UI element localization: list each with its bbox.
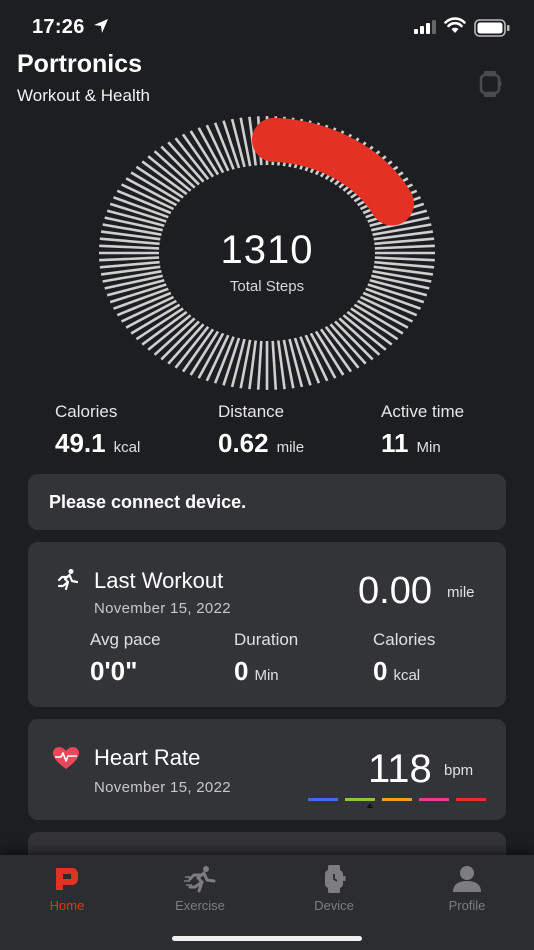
home-logo-icon xyxy=(56,868,78,890)
workout-calories-unit: kcal xyxy=(393,667,421,684)
app-title: Portronics xyxy=(17,50,143,78)
status-bar: 17:26 xyxy=(0,0,534,50)
location-arrow-icon xyxy=(94,19,108,33)
steps-progress-arc xyxy=(251,117,414,226)
active-time-label: Active time xyxy=(381,402,465,421)
duration-unit: Min xyxy=(254,667,279,684)
last-workout-date: November 15, 2022 xyxy=(94,600,231,617)
workout-calories-stat: Calories 0 kcal xyxy=(373,630,435,687)
hr-zone-5 xyxy=(456,798,486,801)
smartwatch-icon[interactable] xyxy=(478,70,502,98)
hr-zone-marker xyxy=(367,803,373,808)
tab-profile[interactable]: Profile xyxy=(417,865,517,913)
last-workout-distance-unit: mile xyxy=(447,584,475,601)
distance-stat: Distance 0.62 mile xyxy=(218,402,304,459)
tab-profile-label: Profile xyxy=(448,898,486,913)
hr-zone-3 xyxy=(382,798,412,801)
tab-exercise[interactable]: Exercise xyxy=(150,865,250,913)
cellular-signal-icon xyxy=(414,20,436,34)
hr-zone-1 xyxy=(308,798,338,801)
heart-pulse-icon xyxy=(53,747,79,769)
distance-value: 0.62 xyxy=(218,428,269,458)
heart-rate-date: November 15, 2022 xyxy=(94,779,231,796)
running-person-icon xyxy=(57,569,79,591)
calories-value: 49.1 xyxy=(55,428,106,458)
heart-rate-card[interactable]: Heart Rate November 15, 2022 118 bpm xyxy=(28,719,506,820)
tab-exercise-label: Exercise xyxy=(175,898,225,913)
heart-rate-value: 118 xyxy=(368,747,432,791)
person-icon xyxy=(453,866,481,892)
tab-home-label: Home xyxy=(49,898,85,913)
running-person-icon xyxy=(184,866,216,893)
active-time-stat: Active time 11 Min xyxy=(381,402,464,459)
tab-device[interactable]: Device xyxy=(284,865,384,913)
wifi-icon xyxy=(444,17,466,33)
heart-rate-zone-bar xyxy=(308,798,488,810)
active-time-unit: Min xyxy=(416,439,441,456)
battery-icon xyxy=(474,19,510,37)
calories-label: Calories xyxy=(55,402,118,421)
duration-value: 0 xyxy=(234,656,249,686)
hr-zone-4 xyxy=(419,798,449,801)
smartwatch-icon xyxy=(325,865,346,893)
distance-label: Distance xyxy=(218,402,285,421)
workout-calories-value: 0 xyxy=(373,656,388,686)
last-workout-card[interactable]: Last Workout November 15, 2022 0.00 mile… xyxy=(28,542,506,707)
duration-stat: Duration 0 Min xyxy=(234,630,298,687)
avg-pace-stat: Avg pace 0'0" xyxy=(90,630,161,687)
last-workout-title: Last Workout xyxy=(94,568,224,593)
distance-unit: mile xyxy=(276,439,305,456)
total-steps-label: Total Steps xyxy=(229,278,305,295)
total-steps-value: 1310 xyxy=(220,228,314,272)
calories-stat: Calories 49.1 kcal xyxy=(55,402,140,459)
calories-unit: kcal xyxy=(113,439,141,456)
workout-calories-label: Calories xyxy=(373,630,436,649)
connect-device-banner[interactable]: Please connect device. xyxy=(28,474,506,530)
duration-label: Duration xyxy=(234,630,299,649)
status-time: 17:26 xyxy=(32,16,85,38)
app-subtitle: Workout & Health xyxy=(17,86,150,105)
tab-device-label: Device xyxy=(314,898,354,913)
avg-pace-label: Avg pace xyxy=(90,630,161,649)
hr-zone-2 xyxy=(345,798,375,801)
avg-pace-value: 0'0" xyxy=(90,656,138,686)
home-indicator[interactable] xyxy=(172,936,362,941)
connect-device-message: Please connect device. xyxy=(49,492,247,512)
tab-home[interactable]: Home xyxy=(17,865,117,913)
heart-rate-unit: bpm xyxy=(444,762,474,779)
last-workout-distance: 0.00 xyxy=(358,570,432,612)
active-time-value: 11 xyxy=(381,428,409,458)
heart-rate-title: Heart Rate xyxy=(94,745,201,770)
